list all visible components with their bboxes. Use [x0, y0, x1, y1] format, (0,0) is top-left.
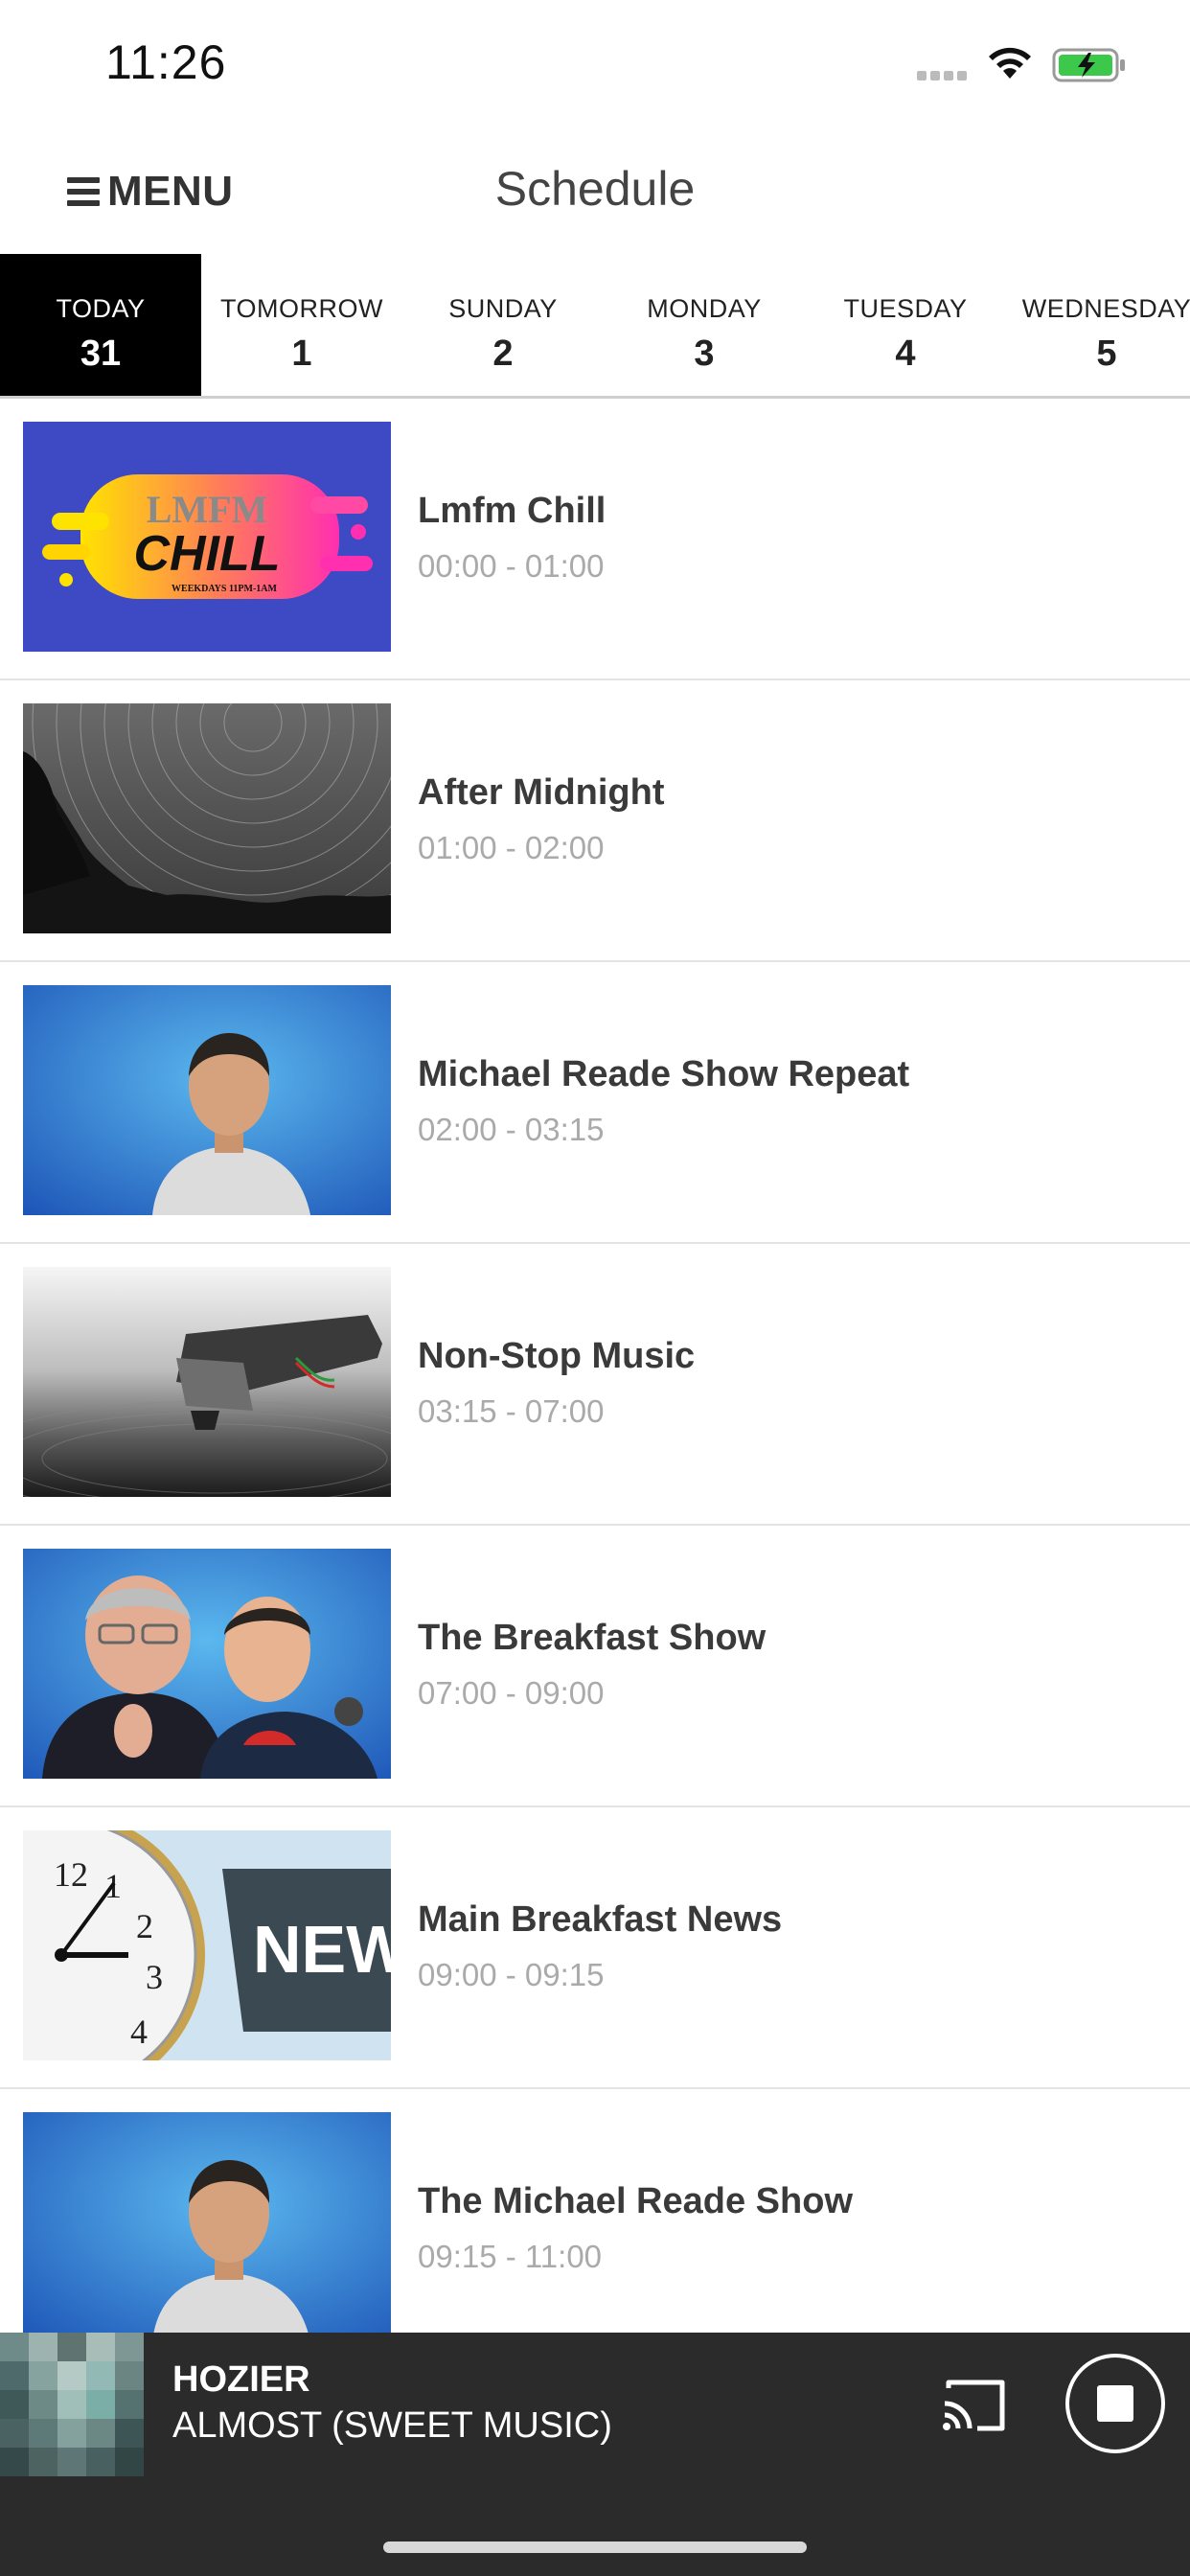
schedule-item-lmfm-chill[interactable]: LMFM CHILL WEEKDAYS 11PM-1AM Lmfm Chill … — [0, 399, 1190, 680]
schedule-item-the-breakfast-show[interactable]: The Breakfast Show 07:00 - 09:00 — [0, 1526, 1190, 1807]
show-thumbnail — [23, 1549, 391, 1779]
day-name: TOMORROW — [220, 294, 383, 323]
day-name: MONDAY — [647, 294, 762, 323]
day-name: SUNDAY — [448, 294, 558, 323]
show-time: 09:00 - 09:15 — [418, 1957, 605, 1992]
album-artwork — [0, 2333, 144, 2476]
battery-charging-icon — [1052, 48, 1125, 82]
day-number: 1 — [291, 334, 312, 374]
day-number: 3 — [694, 334, 715, 374]
show-title: The Michael Reade Show — [418, 2181, 853, 2221]
day-name: TODAY — [56, 294, 146, 323]
show-thumbnail — [23, 1267, 391, 1497]
tab-tuesday[interactable]: TUESDAY 4 — [805, 254, 1006, 396]
schedule-item-after-midnight[interactable]: After Midnight 01:00 - 02:00 — [0, 680, 1190, 962]
show-time: 00:00 - 01:00 — [418, 548, 605, 584]
show-title: After Midnight — [418, 772, 665, 813]
thumbnail-text: LMFM — [147, 488, 268, 531]
cellular-signal-icon — [917, 71, 967, 80]
thumbnail-text: WEEKDAYS 11PM-1AM — [172, 584, 277, 594]
day-name: WEDNESDAY — [1021, 294, 1190, 323]
tab-monday[interactable]: MONDAY 3 — [604, 254, 805, 396]
schedule-item-michael-reade-show-repeat[interactable]: Michael Reade Show Repeat 02:00 - 03:15 — [0, 962, 1190, 1244]
thumbnail-text: NEWS — [253, 1912, 391, 1987]
tab-tomorrow[interactable]: TOMORROW 1 — [201, 254, 402, 396]
show-thumbnail — [23, 2112, 391, 2342]
now-playing-artist: HOZIER — [172, 2359, 310, 2400]
show-time: 03:15 - 07:00 — [418, 1393, 605, 1429]
schedule-item-non-stop-music[interactable]: Non-Stop Music 03:15 - 07:00 — [0, 1244, 1190, 1526]
show-title: Non-Stop Music — [418, 1336, 696, 1376]
tab-wednesday[interactable]: WEDNESDAY 5 — [1006, 254, 1190, 396]
tab-sunday[interactable]: SUNDAY 2 — [402, 254, 604, 396]
show-thumbnail: 12 1 2 3 4 NEWS — [23, 1830, 391, 2060]
home-indicator — [383, 2542, 807, 2553]
menu-label: MENU — [107, 168, 234, 215]
clock-numeral: 2 — [136, 1907, 153, 1945]
show-thumbnail — [23, 985, 391, 1215]
thumbnail-text: CHILL — [133, 526, 280, 582]
hamburger-icon — [67, 177, 100, 206]
show-thumbnail — [23, 703, 391, 933]
schedule-item-the-michael-reade-show[interactable]: The Michael Reade Show 09:15 - 11:00 — [0, 2089, 1190, 2371]
show-title: Michael Reade Show Repeat — [418, 1054, 910, 1094]
status-time: 11:26 — [105, 35, 227, 89]
clock-numeral: 3 — [146, 1958, 163, 1996]
day-number: 4 — [895, 334, 916, 374]
stop-icon — [1097, 2385, 1133, 2422]
menu-button[interactable]: MENU — [67, 163, 234, 220]
show-time: 09:15 - 11:00 — [418, 2239, 603, 2274]
day-number: 31 — [80, 334, 122, 374]
wifi-icon — [989, 47, 1031, 79]
show-time: 01:00 - 02:00 — [418, 830, 605, 865]
clock-numeral: 4 — [130, 2012, 148, 2051]
show-title: Lmfm Chill — [418, 491, 606, 531]
day-number: 5 — [1096, 334, 1117, 374]
show-thumbnail: LMFM CHILL WEEKDAYS 11PM-1AM — [23, 422, 391, 652]
show-time: 02:00 - 03:15 — [418, 1112, 605, 1147]
day-number: 2 — [492, 334, 514, 374]
now-playing-bar[interactable]: HOZIER ALMOST (SWEET MUSIC) — [0, 2333, 1190, 2576]
show-title: Main Breakfast News — [418, 1899, 783, 1940]
day-name: TUESDAY — [843, 294, 968, 323]
schedule-list: LMFM CHILL WEEKDAYS 11PM-1AM Lmfm Chill … — [0, 399, 1190, 2371]
show-time: 07:00 - 09:00 — [418, 1675, 605, 1711]
show-title: The Breakfast Show — [418, 1618, 767, 1658]
day-tabs: TODAY 31 TOMORROW 1 SUNDAY 2 MONDAY 3 TU… — [0, 254, 1190, 399]
schedule-item-main-breakfast-news[interactable]: 12 1 2 3 4 NEWS Main Breakfast News 09:0… — [0, 1807, 1190, 2089]
tab-today[interactable]: TODAY 31 — [0, 254, 201, 396]
stop-button[interactable] — [1065, 2354, 1165, 2453]
now-playing-track: ALMOST (SWEET MUSIC) — [172, 2405, 612, 2446]
cast-icon[interactable] — [939, 2377, 1008, 2434]
status-bar: 11:26 — [0, 0, 1190, 134]
clock-numeral: 12 — [54, 1855, 88, 1894]
navigation-bar: MENU Schedule — [0, 134, 1190, 256]
